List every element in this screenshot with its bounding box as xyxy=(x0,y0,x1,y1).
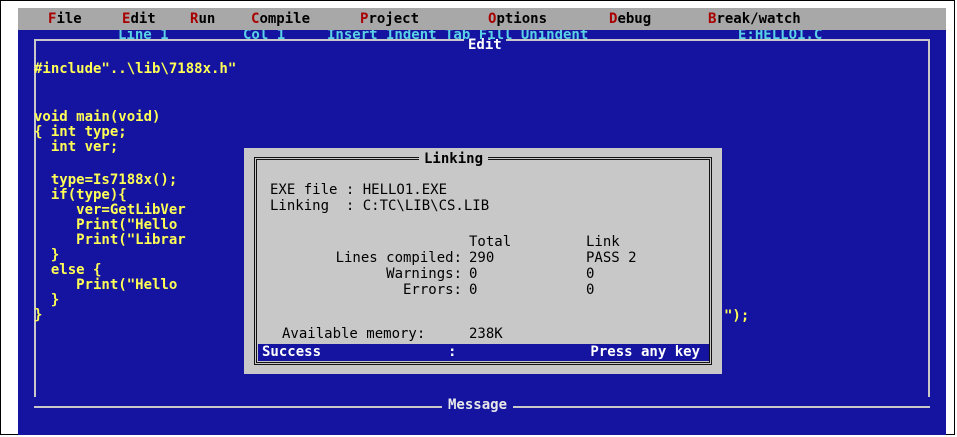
lines-compiled-total: 290 xyxy=(469,250,495,266)
code-line: Print("Hello xyxy=(34,217,178,233)
menu-file[interactable]: File xyxy=(48,8,82,30)
code-line: Print("Hello xyxy=(34,277,178,293)
menu-compile-label: ompile xyxy=(259,11,311,27)
message-window-title: Message xyxy=(442,398,514,413)
errors-link: 0 xyxy=(586,282,595,298)
code-line: } xyxy=(34,307,43,323)
menu-options-label: ptions xyxy=(496,11,548,27)
warnings-link: 0 xyxy=(586,266,595,282)
exe-file-text: EXE file : HELLO1.EXE xyxy=(270,182,448,198)
code-line: #include"..\lib\7188x.h" xyxy=(34,61,237,77)
menu-file-label: ile xyxy=(56,11,82,27)
menu-compile[interactable]: Compile xyxy=(251,8,310,30)
menu-run-label: un xyxy=(198,11,216,27)
code-line: type=Is7188x(); xyxy=(34,172,178,188)
warnings-label: Warnings: xyxy=(386,266,462,282)
menu-break-watch[interactable]: Break/watch xyxy=(708,8,801,30)
total-column-header: Total xyxy=(469,234,512,250)
menu-break-watch-label: reak/watch xyxy=(716,11,801,27)
success-label: Success xyxy=(262,344,322,360)
status-modes: Insert Indent Tab Fill Unindent xyxy=(327,30,589,43)
link-column-header: Link xyxy=(586,234,620,250)
code-line: else { xyxy=(34,262,102,278)
press-any-key-prompt[interactable]: Press any key xyxy=(480,344,706,361)
lines-compiled-link: PASS 2 xyxy=(586,250,637,266)
code-line: if(type){ xyxy=(34,187,127,203)
code-line: { int type; xyxy=(34,124,127,140)
linking-dialog: Linking EXE file : HELLO1.EXE Linking : … xyxy=(244,148,722,374)
success-colon: : xyxy=(448,344,457,360)
errors-total: 0 xyxy=(469,282,478,298)
code-line: } xyxy=(34,247,60,263)
linking-text: Linking : C:TC\LIB\CS.LIB xyxy=(270,198,490,214)
menu-options[interactable]: Options xyxy=(488,8,547,30)
menu-debug-label: ebug xyxy=(617,11,652,27)
warnings-total: 0 xyxy=(469,266,478,282)
status-line: Line 1 xyxy=(118,30,169,43)
available-memory-value: 238K xyxy=(469,326,503,342)
code-line: void main(void) xyxy=(34,109,161,125)
status-filename: E:HELLO1.C xyxy=(738,30,823,43)
lines-compiled-label: Lines compiled: xyxy=(335,250,462,266)
code-line: int ver; xyxy=(34,139,119,155)
errors-label: Errors: xyxy=(402,282,462,298)
menu-edit-label: dit xyxy=(130,11,156,27)
status-col: Col 1 xyxy=(243,30,286,43)
menu-edit[interactable]: Edit xyxy=(122,8,156,30)
linking-dialog-title: Linking xyxy=(419,150,489,168)
menu-project[interactable]: Project xyxy=(360,8,419,30)
code-line: Print("Librar xyxy=(34,232,186,248)
code-line-fragment: "); xyxy=(724,308,750,324)
success-status-bar[interactable]: Success : Press any key xyxy=(258,344,709,361)
available-memory-label: Available memory: xyxy=(282,326,426,342)
menu-debug[interactable]: Debug xyxy=(609,8,651,30)
menu-run[interactable]: Run xyxy=(190,8,215,30)
menu-project-label: roject xyxy=(368,11,420,27)
code-line: ver=GetLibVer xyxy=(34,202,186,218)
code-line: } xyxy=(34,292,60,308)
menu-bar: File Edit Run Compile Project Options De… xyxy=(18,8,946,30)
